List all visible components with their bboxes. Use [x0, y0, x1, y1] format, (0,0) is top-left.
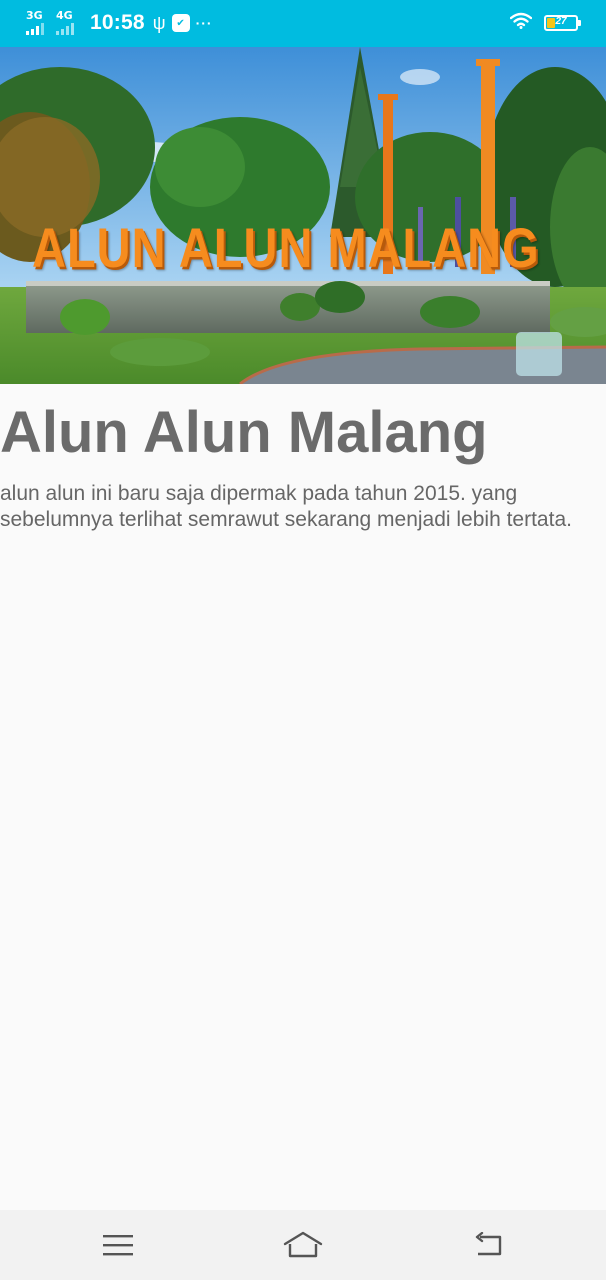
app-screen: 3G 4G 10:58 ψ ✔ ··· 27 ALUN ALUN MALANG …	[0, 0, 606, 1280]
battery-level: 27	[555, 16, 567, 27]
back-icon	[475, 1232, 502, 1256]
page-title: Alun Alun Malang	[0, 400, 488, 465]
home-button[interactable]	[281, 1228, 325, 1262]
status-bar: 3G 4G 10:58 ψ ✔ ··· 27	[0, 0, 606, 47]
app-notification-icon: ✔	[171, 14, 190, 32]
hero-sign-text: ALUN ALUN MALANG	[32, 216, 540, 279]
menu-icon	[103, 1235, 133, 1256]
menu-button[interactable]	[96, 1228, 140, 1262]
page-description: alun alun ini baru saja dipermak pada ta…	[0, 482, 572, 531]
home-icon	[283, 1231, 323, 1258]
battery-icon: 27	[544, 15, 581, 31]
navigation-bar	[0, 1210, 606, 1280]
usb-icon: ψ	[152, 12, 166, 33]
signal-icon-secondary: 4G	[56, 10, 80, 36]
status-left: 3G 4G 10:58 ψ ✔ ···	[26, 8, 213, 38]
status-right: 27	[509, 12, 581, 34]
back-button[interactable]	[466, 1228, 510, 1262]
hero-image: ALUN ALUN MALANG	[0, 47, 606, 384]
more-icon: ···	[195, 15, 213, 31]
wifi-icon	[509, 12, 533, 34]
status-time: 10:58	[90, 11, 145, 34]
signal-icon: 3G	[26, 10, 50, 36]
network-type-1: 3G	[26, 9, 43, 22]
network-type-2: 4G	[56, 9, 73, 22]
